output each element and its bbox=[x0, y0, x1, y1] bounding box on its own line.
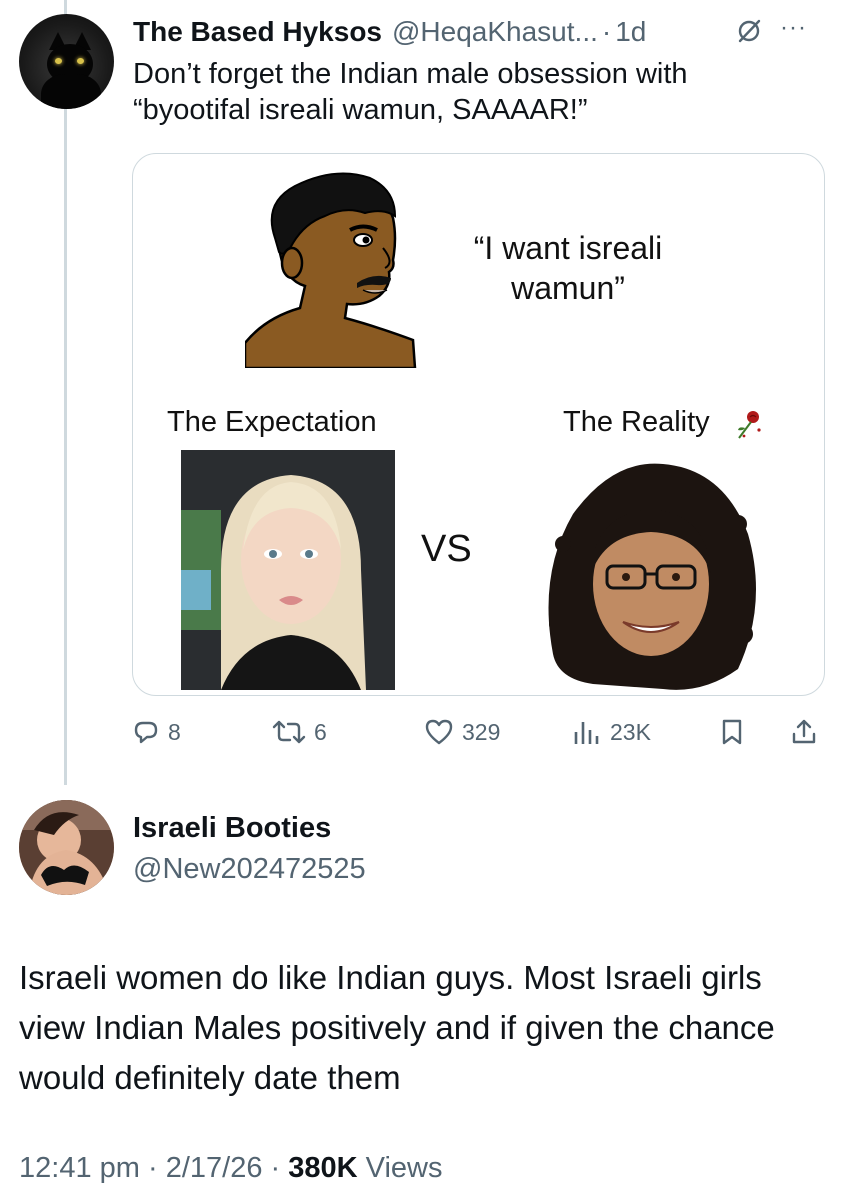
repost-count: 6 bbox=[314, 718, 327, 745]
avatar[interactable] bbox=[19, 14, 114, 109]
thread-connector-line bbox=[64, 0, 67, 785]
timestamp[interactable]: 12:41 pm bbox=[19, 1152, 140, 1184]
date[interactable]: 2/17/26 bbox=[166, 1152, 263, 1184]
grok-icon[interactable] bbox=[736, 18, 762, 44]
meme-quote-text: “I want isreali wamun” bbox=[473, 230, 663, 306]
tweet-meta: 12:41 pm · 2/17/26 · 380K Views bbox=[19, 1152, 443, 1185]
views-count: 380K bbox=[288, 1152, 358, 1184]
separator: · bbox=[270, 1152, 281, 1184]
repost-icon bbox=[272, 720, 306, 744]
cartoon-man-image bbox=[245, 172, 417, 368]
media-card[interactable]: “I want isreali wamun” The Expectation T… bbox=[132, 153, 825, 696]
reality-label: The Reality bbox=[563, 406, 710, 438]
tweet-text: Don’t forget the Indian male obsession w… bbox=[133, 58, 688, 126]
bookmark-button[interactable] bbox=[718, 712, 754, 752]
like-count: 329 bbox=[462, 718, 501, 745]
tweet-actions: 8 6 329 23K bbox=[132, 712, 832, 752]
cat-body bbox=[41, 74, 101, 109]
reply-count: 8 bbox=[168, 718, 181, 745]
views-button[interactable]: 23K bbox=[572, 712, 651, 752]
separator: · bbox=[147, 1152, 158, 1184]
timestamp[interactable]: 1d bbox=[615, 16, 646, 48]
expectation-label: The Expectation bbox=[167, 406, 377, 438]
cat-eye bbox=[55, 58, 62, 64]
views-count: 23K bbox=[610, 718, 651, 745]
display-name[interactable]: Israeli Booties bbox=[133, 812, 331, 845]
share-button[interactable] bbox=[790, 712, 826, 752]
display-name[interactable]: The Based Hyksos bbox=[133, 16, 382, 48]
reply-icon bbox=[134, 721, 158, 744]
views-label: Views bbox=[365, 1152, 443, 1184]
avatar[interactable] bbox=[19, 800, 114, 895]
bookmark-icon bbox=[722, 719, 742, 745]
cat-eye bbox=[77, 58, 84, 64]
views-icon bbox=[574, 722, 599, 744]
separator: · bbox=[601, 16, 612, 47]
repost-button[interactable]: 6 bbox=[272, 712, 327, 752]
tweet-header: The Based Hyksos @HeqaKhasut... · 1d bbox=[133, 16, 646, 48]
rose-icon bbox=[738, 411, 761, 439]
like-button[interactable]: 329 bbox=[424, 712, 500, 752]
more-icon[interactable]: ··· bbox=[780, 16, 820, 44]
like-icon bbox=[425, 719, 453, 745]
user-handle[interactable]: @New202472525 bbox=[133, 853, 366, 886]
tweet-text: Israeli women do like Indian guys. Most … bbox=[19, 959, 775, 1096]
user-handle[interactable]: @HeqaKhasut... bbox=[392, 16, 598, 48]
reply-button[interactable]: 8 bbox=[132, 712, 181, 752]
share-icon bbox=[792, 719, 816, 744]
versus-text: VS bbox=[421, 528, 472, 570]
reality-photo bbox=[533, 454, 763, 694]
expectation-photo bbox=[181, 450, 395, 690]
